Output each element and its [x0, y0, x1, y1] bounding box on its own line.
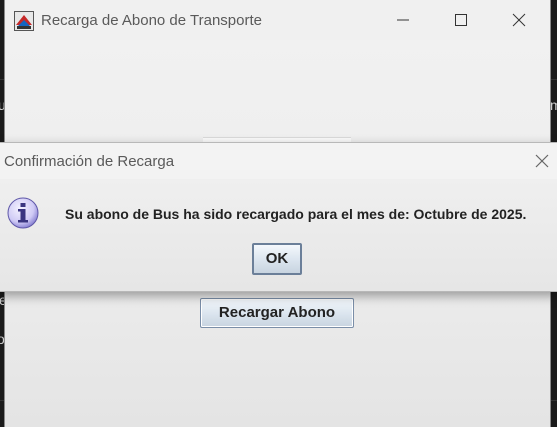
app-icon — [14, 11, 34, 31]
dialog-titlebar[interactable]: Confirmación de Recarga — [0, 143, 557, 179]
window-titlebar[interactable]: Recarga de Abono de Transporte — [5, 0, 550, 40]
minimize-icon — [397, 19, 409, 21]
minimize-button[interactable] — [388, 6, 418, 34]
background-text-fragment: m — [550, 97, 557, 113]
close-icon — [535, 154, 549, 168]
info-icon — [6, 196, 40, 230]
dialog-message: Su abono de Bus ha sido recargado para e… — [65, 206, 527, 222]
dialog-body: Su abono de Bus ha sido recargado para e… — [0, 179, 557, 291]
dialog-close-button[interactable] — [532, 151, 552, 171]
confirmation-dialog: Confirmación de Recarga Su abono de Bus … — [0, 142, 557, 292]
ok-button[interactable]: OK — [252, 243, 302, 275]
close-button[interactable] — [504, 6, 534, 34]
dialog-title: Confirmación de Recarga — [4, 153, 175, 170]
window-title: Recarga de Abono de Transporte — [41, 12, 262, 29]
close-icon — [512, 13, 526, 27]
maximize-icon — [455, 14, 467, 26]
recharge-button[interactable]: Recargar Abono — [200, 298, 354, 328]
maximize-button[interactable] — [446, 6, 476, 34]
